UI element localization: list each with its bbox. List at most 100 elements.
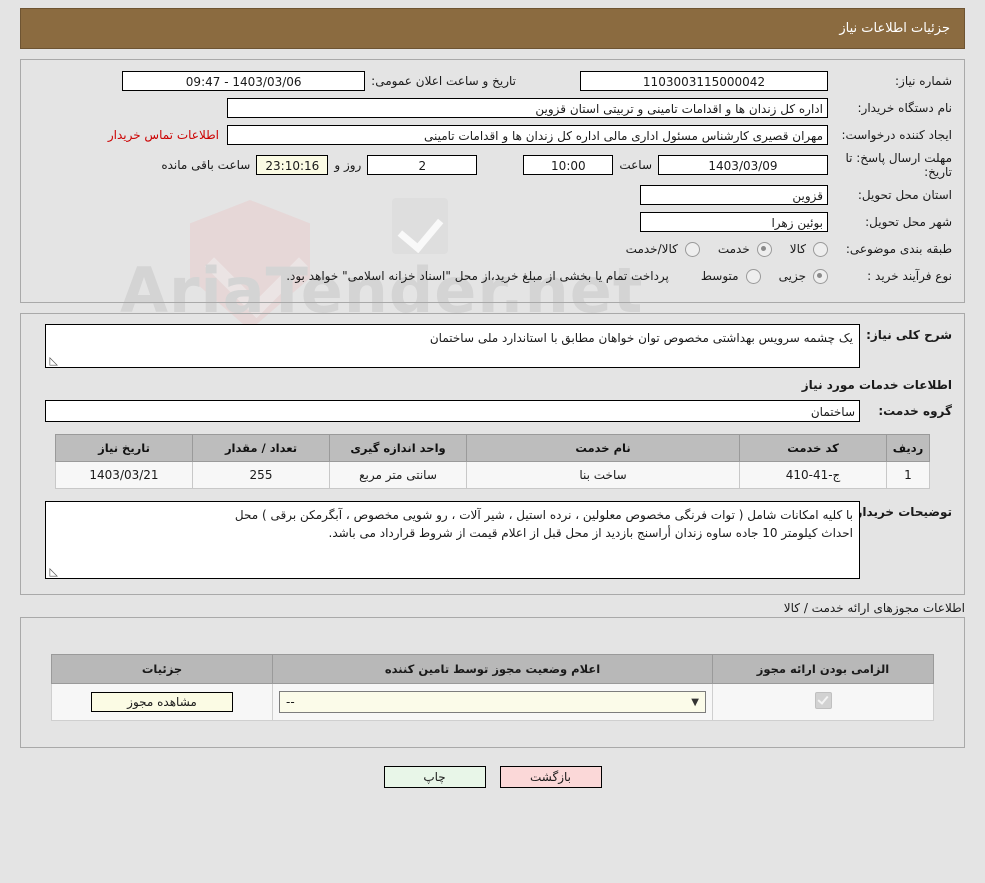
- col-index: ردیف: [886, 434, 930, 462]
- resize-grip-icon[interactable]: ◺: [48, 355, 58, 366]
- buyer-notes-line-1: با کلیه امکانات شامل ( توات فرنگی مخصوص …: [234, 508, 853, 522]
- purchase-process-note: پرداخت تمام یا بخشی از مبلغ خرید،از محل …: [286, 269, 669, 283]
- days-unit-label: روز و: [334, 158, 362, 172]
- category-radio-group[interactable]: کالا خدمت کالا/خدمت: [612, 241, 828, 257]
- radio-category-kala-khedmat[interactable]: [684, 241, 700, 257]
- deadline-time-field[interactable]: 10:00: [523, 155, 614, 175]
- need-number-field[interactable]: 1103003115000042: [580, 71, 828, 91]
- permit-status-select[interactable]: ▼ --: [279, 691, 706, 713]
- permits-panel: الزامی بودن ارائه مجوز اعلام وضعیت مجوز …: [20, 617, 965, 748]
- cell-quantity: 255: [192, 461, 330, 489]
- service-group-label: گروه خدمت:: [878, 404, 952, 418]
- col-permit-details: جزئیات: [51, 654, 273, 684]
- row-buyer-notes: توضیحات خریدار: با کلیه امکانات شامل ( ت…: [33, 501, 952, 579]
- cell-permit-status: ▼ --: [272, 683, 713, 721]
- city-label: شهر محل تحویل:: [865, 215, 952, 229]
- deadline-label: مهلت ارسال پاسخ: تا تاریخ:: [845, 151, 952, 179]
- table-row: ▼ -- مشاهده مجوز: [51, 683, 934, 721]
- hour-label: ساعت: [619, 158, 652, 172]
- remaining-days-field[interactable]: 2: [367, 155, 478, 175]
- services-table-header-row: ردیف کد خدمت نام خدمت واحد اندازه گیری ت…: [55, 434, 930, 462]
- radio-process-motavaset-label: متوسط: [700, 269, 739, 283]
- row-city: شهر محل تحویل: بوئین زهرا: [33, 211, 952, 233]
- permits-table: الزامی بودن ارائه مجوز اعلام وضعیت مجوز …: [51, 654, 934, 721]
- radio-category-kala-label: کالا: [789, 242, 806, 256]
- countdown-suffix-label: ساعت باقی مانده: [161, 158, 251, 172]
- need-info-panel: شماره نیاز: 1103003115000042 تاریخ و ساع…: [20, 59, 965, 303]
- buyer-contact-link[interactable]: اطلاعات تماس خریدار: [108, 128, 219, 142]
- radio-process-motavaset[interactable]: [745, 268, 761, 284]
- col-quantity: تعداد / مقدار: [192, 434, 330, 462]
- announce-datetime-field[interactable]: 1403/03/06 - 09:47: [122, 71, 366, 91]
- radio-category-khedmat-label: خدمت: [717, 242, 750, 256]
- services-section-title: اطلاعات خدمات مورد نیاز: [801, 378, 952, 392]
- row-province: استان محل تحویل: قزوین: [33, 184, 952, 206]
- permit-required-checkbox: [814, 692, 832, 709]
- category-label: طبقه بندی موضوعی:: [845, 242, 952, 256]
- col-service-code: کد خدمت: [739, 434, 887, 462]
- page-root: جزئیات اطلاعات نیاز شماره نیاز: 11030031…: [0, 8, 985, 788]
- col-unit: واحد اندازه گیری: [329, 434, 467, 462]
- announce-label: تاریخ و ساعت اعلان عمومی:: [371, 74, 516, 88]
- radio-category-kala[interactable]: [813, 241, 828, 257]
- radio-process-jozei[interactable]: [813, 268, 828, 284]
- purchase-process-radio-group[interactable]: جزیی متوسط: [687, 268, 828, 284]
- province-field[interactable]: قزوین: [640, 185, 828, 205]
- row-creator: ایجاد کننده درخواست: مهران قصیری کارشناس…: [33, 124, 952, 146]
- need-summary-textarea[interactable]: یک چشمه سرویس بهداشتی مخصوص توان خواهان …: [45, 324, 860, 368]
- buyer-org-field[interactable]: اداره کل زندان ها و اقدامات تامینی و ترب…: [227, 98, 828, 118]
- row-service-group: گروه خدمت: ساختمان: [33, 400, 952, 422]
- need-number-label: شماره نیاز:: [895, 74, 952, 88]
- buyer-org-label: نام دستگاه خریدار:: [857, 101, 953, 115]
- page-title-bar: جزئیات اطلاعات نیاز: [20, 8, 965, 49]
- buyer-notes-line-2: احداث کیلومتر 10 جاده ساوه زندان أراسنج …: [328, 526, 853, 540]
- row-need-number: شماره نیاز: 1103003115000042 تاریخ و ساع…: [33, 70, 952, 92]
- need-summary-text: یک چشمه سرویس بهداشتی مخصوص توان خواهان …: [429, 331, 853, 345]
- services-table-wrap: ردیف کد خدمت نام خدمت واحد اندازه گیری ت…: [55, 434, 930, 489]
- print-button[interactable]: چاپ: [383, 766, 486, 788]
- row-purchase-process: نوع فرآیند خرید : جزیی متوسط پرداخت تمام…: [33, 265, 952, 287]
- radio-category-khedmat[interactable]: [756, 241, 772, 257]
- permits-table-wrap: الزامی بودن ارائه مجوز اعلام وضعیت مجوز …: [51, 654, 934, 721]
- services-panel: شرح کلی نیاز: یک چشمه سرویس بهداشتی مخصو…: [20, 313, 965, 595]
- radio-process-jozei-label: جزیی: [778, 269, 806, 283]
- need-summary-label: شرح کلی نیاز:: [866, 328, 952, 342]
- permit-status-value: --: [286, 695, 295, 709]
- province-label: استان محل تحویل:: [857, 188, 952, 202]
- row-buyer-org: نام دستگاه خریدار: اداره کل زندان ها و ا…: [33, 97, 952, 119]
- back-button[interactable]: بازگشت: [499, 766, 602, 788]
- col-need-date: تاریخ نیاز: [55, 434, 193, 462]
- cell-permit-details: مشاهده مجوز: [51, 683, 273, 721]
- purchase-process-label: نوع فرآیند خرید :: [867, 269, 952, 283]
- radio-category-kala-khedmat-label: کالا/خدمت: [625, 242, 678, 256]
- buyer-notes-label: توضیحات خریدار:: [850, 505, 952, 519]
- row-category: طبقه بندی موضوعی: کالا خدمت کالا/خدمت: [33, 238, 952, 260]
- creator-label: ایجاد کننده درخواست:: [841, 128, 952, 142]
- col-service-name: نام خدمت: [466, 434, 740, 462]
- cell-index: 1: [886, 461, 930, 489]
- buyer-notes-textarea[interactable]: با کلیه امکانات شامل ( توات فرنگی مخصوص …: [45, 501, 860, 579]
- row-need-summary: شرح کلی نیاز: یک چشمه سرویس بهداشتی مخصو…: [33, 324, 952, 368]
- chevron-down-icon: ▼: [691, 696, 699, 708]
- col-permit-status: اعلام وضعیت مجوز توسط تامین کننده: [272, 654, 713, 684]
- cell-need-date: 1403/03/21: [55, 461, 193, 489]
- row-deadline: مهلت ارسال پاسخ: تا تاریخ: 1403/03/09 سا…: [33, 151, 952, 179]
- cell-service-name: ساخت بنا: [466, 461, 740, 489]
- col-permit-required: الزامی بودن ارائه مجوز: [712, 654, 934, 684]
- page-title: جزئیات اطلاعات نیاز: [839, 21, 950, 36]
- creator-field[interactable]: مهران قصیری کارشناس مسئول اداری مالی ادا…: [227, 125, 828, 145]
- cell-permit-required: [712, 683, 934, 721]
- footer-buttons: بازگشت چاپ: [0, 766, 985, 788]
- view-permit-button[interactable]: مشاهده مجوز: [91, 692, 233, 712]
- permits-section-label: اطلاعات مجوزهای ارائه خدمت / کالا: [783, 601, 965, 615]
- cell-service-code: ج-41-410: [739, 461, 887, 489]
- deadline-date-field[interactable]: 1403/03/09: [658, 155, 828, 175]
- service-group-field[interactable]: ساختمان: [45, 400, 860, 422]
- city-field[interactable]: بوئین زهرا: [640, 212, 828, 232]
- table-row: 1 ج-41-410 ساخت بنا سانتی متر مربع 255 1…: [55, 461, 930, 489]
- cell-unit: سانتی متر مربع: [329, 461, 467, 489]
- resize-grip-icon[interactable]: ◺: [48, 566, 58, 577]
- countdown-timer-field: 23:10:16: [256, 155, 329, 175]
- permits-table-header-row: الزامی بودن ارائه مجوز اعلام وضعیت مجوز …: [51, 654, 934, 684]
- services-table: ردیف کد خدمت نام خدمت واحد اندازه گیری ت…: [55, 434, 930, 489]
